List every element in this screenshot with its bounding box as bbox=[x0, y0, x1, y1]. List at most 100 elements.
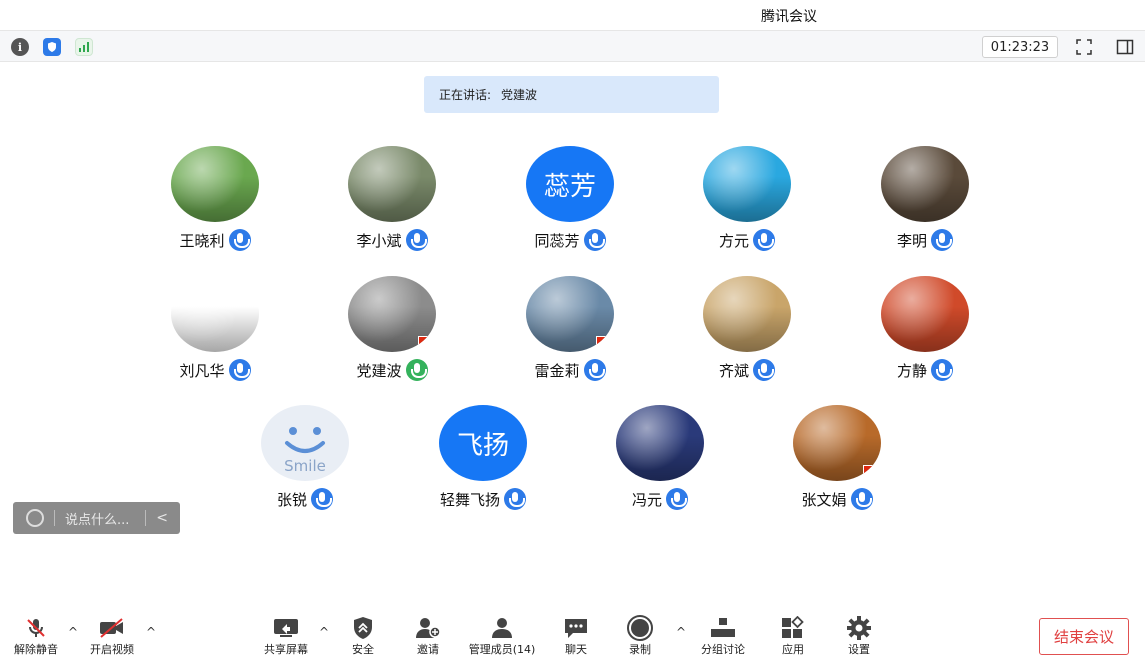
participant-tile[interactable]: 李明 bbox=[845, 146, 1005, 266]
divider bbox=[54, 510, 55, 526]
flag-badge-icon bbox=[418, 336, 434, 350]
participant-tile[interactable]: 张文娟 bbox=[757, 405, 917, 525]
video-off-icon bbox=[98, 615, 126, 641]
participant-tile[interactable]: 方元 bbox=[667, 146, 827, 266]
info-icon[interactable]: i bbox=[11, 38, 29, 56]
record-button[interactable]: 录制 bbox=[622, 615, 658, 661]
avatar bbox=[348, 146, 436, 222]
start-video-label: 开启视频 bbox=[90, 643, 134, 656]
invite-icon bbox=[414, 615, 442, 641]
smile-icon: Smile bbox=[284, 427, 326, 475]
invite-label: 邀请 bbox=[417, 643, 439, 656]
participant-name-row: 冯元 bbox=[580, 488, 740, 510]
participant-name: 张锐 bbox=[276, 490, 307, 509]
mic-icon bbox=[931, 229, 953, 251]
avatar: 蕊芳 bbox=[526, 146, 614, 222]
participant-name-row: 方元 bbox=[667, 229, 827, 251]
title-bar: 腾讯会议 bbox=[0, 0, 1145, 30]
mic-icon bbox=[228, 229, 251, 251]
avatar-initials: 蕊芳 bbox=[543, 171, 596, 202]
participant-tile[interactable]: 方静 bbox=[845, 276, 1005, 396]
share-screen-label: 共享屏幕 bbox=[264, 643, 308, 656]
sidebar-toggle-icon[interactable] bbox=[1116, 38, 1134, 56]
active-speaker-name: 党建波 bbox=[501, 88, 538, 102]
participant-name: 方静 bbox=[896, 361, 927, 380]
window-title: 腾讯会议 bbox=[761, 9, 817, 25]
record-options-caret[interactable]: ^ bbox=[676, 625, 686, 639]
chat-bubble-icon bbox=[562, 615, 590, 641]
avatar bbox=[526, 276, 614, 352]
settings-button[interactable]: 设置 bbox=[841, 615, 877, 661]
participant-name: 齐斌 bbox=[718, 361, 749, 380]
fullscreen-icon[interactable] bbox=[1075, 38, 1093, 56]
end-meeting-button[interactable]: 结束会议 bbox=[1039, 618, 1129, 655]
flag-badge-icon bbox=[863, 465, 879, 479]
participant-tile[interactable]: 王晓利 bbox=[135, 146, 295, 266]
avatar bbox=[616, 405, 704, 481]
manage-members-button[interactable]: 管理成员(14) bbox=[462, 615, 542, 661]
avatar bbox=[881, 276, 969, 352]
unmute-label: 解除静音 bbox=[14, 643, 58, 656]
participant-name-row: 张锐 bbox=[225, 488, 385, 510]
share-options-caret[interactable]: ^ bbox=[319, 625, 329, 639]
participant-tile[interactable]: 党建波 bbox=[312, 276, 472, 396]
start-video-button[interactable]: 开启视频 bbox=[84, 615, 140, 661]
video-options-caret[interactable]: ^ bbox=[146, 625, 156, 639]
mic-icon bbox=[583, 359, 606, 381]
participant-name: 方元 bbox=[718, 231, 749, 250]
svg-text:Smile: Smile bbox=[284, 457, 326, 475]
shield-icon[interactable] bbox=[43, 38, 61, 56]
chat-label: 聊天 bbox=[565, 643, 587, 656]
mic-icon bbox=[228, 359, 251, 381]
signal-icon[interactable] bbox=[75, 38, 93, 56]
active-speaker-label: 正在讲话: bbox=[439, 88, 492, 102]
mic-icon bbox=[583, 229, 606, 251]
participant-name: 李小斌 bbox=[356, 231, 402, 250]
settings-label: 设置 bbox=[848, 643, 870, 656]
top-toolbar: i 01:23:23 bbox=[0, 30, 1145, 62]
participant-name-row: 轻舞飞扬 bbox=[403, 488, 563, 510]
participant-tile[interactable]: 飞扬 轻舞飞扬 bbox=[403, 405, 563, 525]
avatar bbox=[703, 146, 791, 222]
chat-input[interactable]: 说点什么... < bbox=[13, 502, 180, 534]
breakout-button[interactable]: 分组讨论 bbox=[695, 615, 751, 661]
participant-tile[interactable]: 冯元 bbox=[580, 405, 740, 525]
avatar: 飞扬 bbox=[439, 405, 527, 481]
apps-icon bbox=[779, 615, 807, 641]
mic-icon bbox=[753, 229, 775, 251]
share-screen-button[interactable]: 共享屏幕 bbox=[258, 615, 314, 661]
flag-badge-icon bbox=[596, 336, 612, 350]
participant-name: 冯元 bbox=[631, 490, 662, 509]
emoji-icon[interactable] bbox=[26, 509, 44, 527]
bottom-toolbar: 解除静音 ^ 开启视频 ^ 共享屏幕 ^ 安全 邀请 管理成员(14) 聊天 录… bbox=[0, 605, 1145, 661]
apps-button[interactable]: 应用 bbox=[775, 615, 811, 661]
breakout-label: 分组讨论 bbox=[701, 643, 745, 656]
invite-button[interactable]: 邀请 bbox=[410, 615, 446, 661]
avatar bbox=[703, 276, 791, 352]
participant-name: 同蕊芳 bbox=[534, 231, 580, 250]
avatar: Smile bbox=[261, 405, 349, 481]
participant-tile[interactable]: 齐斌 bbox=[667, 276, 827, 396]
mic-options-caret[interactable]: ^ bbox=[68, 625, 78, 639]
participant-tile[interactable]: 刘凡华 bbox=[135, 276, 295, 396]
members-icon bbox=[488, 615, 516, 641]
participant-tile[interactable]: 雷金莉 bbox=[490, 276, 650, 396]
share-screen-icon bbox=[272, 615, 300, 641]
participant-name-row: 同蕊芳 bbox=[490, 229, 650, 251]
participant-tile[interactable]: 李小斌 bbox=[312, 146, 472, 266]
participant-name-row: 李明 bbox=[845, 229, 1005, 251]
chat-placeholder: 说点什么... bbox=[65, 512, 130, 528]
mic-icon bbox=[311, 488, 333, 510]
unmute-button[interactable]: 解除静音 bbox=[10, 615, 62, 661]
chat-button[interactable]: 聊天 bbox=[558, 615, 594, 661]
participant-tile[interactable]: 蕊芳同蕊芳 bbox=[490, 146, 650, 266]
participant-name: 轻舞飞扬 bbox=[439, 490, 500, 509]
muted-mic-icon bbox=[22, 615, 50, 641]
collapse-icon[interactable]: < bbox=[156, 510, 168, 526]
mic-active-icon bbox=[405, 359, 428, 381]
participant-tile[interactable]: Smile 张锐 bbox=[225, 405, 385, 525]
security-button[interactable]: 安全 bbox=[345, 615, 381, 661]
participant-name-row: 王晓利 bbox=[135, 229, 295, 251]
security-shield-icon bbox=[349, 615, 377, 641]
mic-icon bbox=[666, 488, 688, 510]
